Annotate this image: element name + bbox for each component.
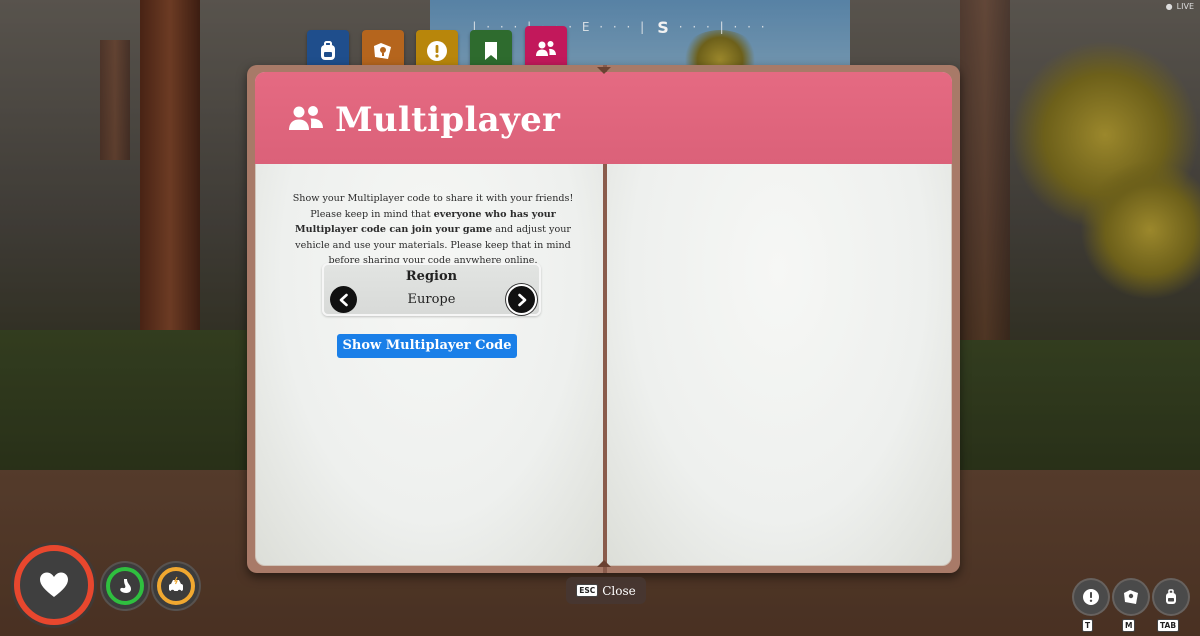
spine-cap-top [597,67,611,74]
stamina-indicator [102,563,148,609]
compass-ticks-right: · · · | · · · [678,20,768,34]
page-title-group: Multiplayer [287,100,560,140]
vehicle-icon [169,576,183,594]
spine-cap-bottom [597,560,611,567]
stamina-ring [106,567,144,605]
multiplayer-description: Show your Multiplayer code to share it w… [285,191,581,269]
show-multiplayer-code-button[interactable]: Show Multiplayer Code [337,334,517,358]
health-indicator [14,545,94,625]
users-icon [536,41,556,56]
region-selector: Region Europe [322,263,541,316]
quests-shortcut[interactable] [1074,580,1108,614]
exclamation-icon [1083,589,1099,605]
map-shortcut[interactable] [1114,580,1148,614]
backpack-shortcut[interactable] [1154,580,1188,614]
chevron-right-icon [517,293,526,306]
backpack-icon [1166,589,1176,604]
fuel-indicator [153,563,199,609]
journal-book: Multiplayer [247,65,960,573]
page-title: Multiplayer [335,100,561,140]
compass-direction: S [657,17,669,37]
stomach-icon [120,579,131,593]
region-prev-button[interactable] [330,286,357,313]
map-icon [1124,590,1138,604]
fuel-ring [157,567,195,605]
esc-key-hint: ESC [576,584,599,597]
quests-key-hint: T [1082,613,1094,632]
users-icon [287,102,325,138]
exclamation-icon [427,41,447,61]
key-m: M [1122,619,1136,632]
region-label: Region [405,269,458,284]
header-band: Multiplayer [255,72,952,164]
map-icon [374,43,391,59]
close-label: Close [602,583,636,598]
key-tab: TAB [1157,619,1180,632]
stream-status: ● LIVE [1166,2,1194,11]
chevron-left-icon [339,293,348,306]
region-next-button[interactable] [508,286,535,313]
key-t: T [1082,619,1094,632]
map-key-hint: M [1122,613,1136,632]
live-indicator: LIVE [1176,2,1194,11]
mic-icon: ● [1165,2,1173,11]
heart-icon [40,572,68,597]
bookmark-icon [485,42,497,60]
close-button[interactable]: ESC Close [566,577,646,604]
backpack-icon [321,41,335,60]
backpack-key-hint: TAB [1157,613,1180,632]
